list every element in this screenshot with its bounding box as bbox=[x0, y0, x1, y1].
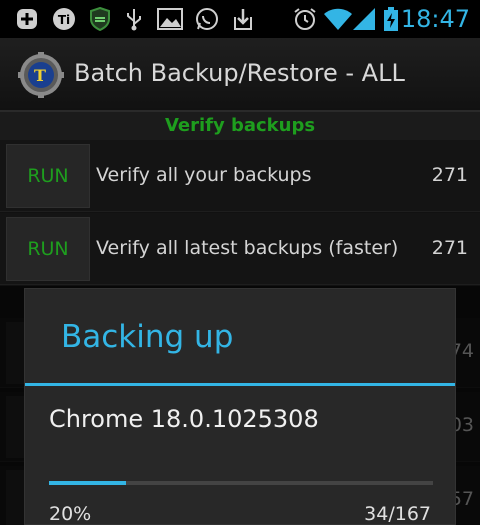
run-verify-latest-button[interactable]: RUN bbox=[6, 217, 90, 281]
dialog-title: Backing up bbox=[61, 319, 234, 355]
progress-dialog: Backing up Chrome 18.0.1025308 20% 34/16… bbox=[24, 288, 456, 525]
row-count: 271 bbox=[431, 164, 468, 186]
svg-text:T: T bbox=[34, 66, 46, 85]
run-verify-all-button[interactable]: RUN bbox=[6, 144, 90, 208]
titanium-icon: Ti bbox=[50, 7, 78, 31]
list-item: RUN Verify all your backups 271 bbox=[0, 140, 480, 212]
dialog-divider bbox=[25, 383, 455, 386]
list-item: RUN Verify all latest backups (faster) 2… bbox=[0, 213, 480, 285]
progress-count: 34/167 bbox=[364, 503, 431, 525]
plus-box-icon bbox=[14, 7, 40, 31]
section-title: Verify backups bbox=[164, 115, 316, 136]
whatsapp-icon bbox=[194, 7, 220, 31]
progress-bar-fill bbox=[49, 481, 126, 485]
svg-text:Ti: Ti bbox=[58, 13, 70, 27]
signal-icon bbox=[352, 7, 376, 31]
status-bar: Ti 18:47 bbox=[0, 0, 480, 38]
section-header: Verify backups bbox=[0, 112, 480, 140]
progress-bar bbox=[49, 481, 433, 485]
wifi-icon bbox=[324, 7, 352, 31]
shield-icon bbox=[88, 7, 112, 31]
battery-charging-icon bbox=[382, 7, 400, 31]
titanium-backup-logo-icon[interactable]: T bbox=[18, 52, 64, 98]
app-title: Batch Backup/Restore - ALL bbox=[74, 59, 405, 87]
row-label: Verify all your backups bbox=[96, 164, 312, 186]
download-icon bbox=[230, 7, 256, 31]
clock: 18:47 bbox=[400, 5, 470, 33]
alarm-icon bbox=[292, 7, 318, 31]
row-count: 271 bbox=[431, 237, 468, 259]
usb-icon bbox=[124, 7, 144, 31]
progress-percent: 20% bbox=[49, 503, 92, 525]
row-label: Verify all latest backups (faster) bbox=[96, 237, 399, 259]
action-bar: T Batch Backup/Restore - ALL bbox=[0, 38, 480, 112]
dialog-message: Chrome 18.0.1025308 bbox=[49, 405, 319, 433]
image-icon bbox=[156, 7, 184, 31]
